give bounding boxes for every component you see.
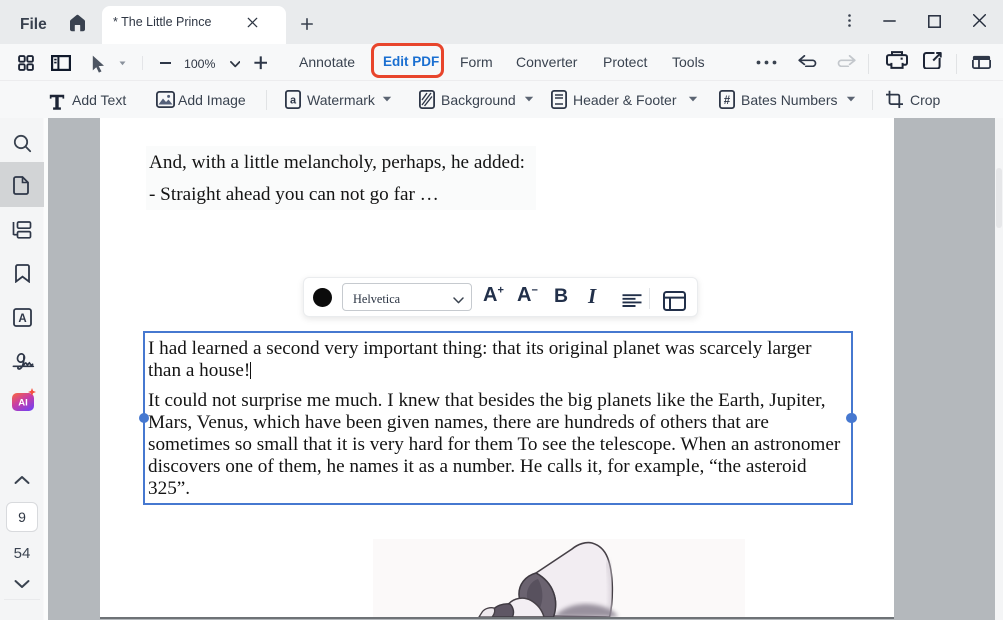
svg-text:#: # bbox=[724, 95, 731, 107]
svg-text:A: A bbox=[18, 313, 26, 325]
svg-text:a: a bbox=[290, 95, 297, 107]
svg-text:AI: AI bbox=[18, 398, 28, 409]
